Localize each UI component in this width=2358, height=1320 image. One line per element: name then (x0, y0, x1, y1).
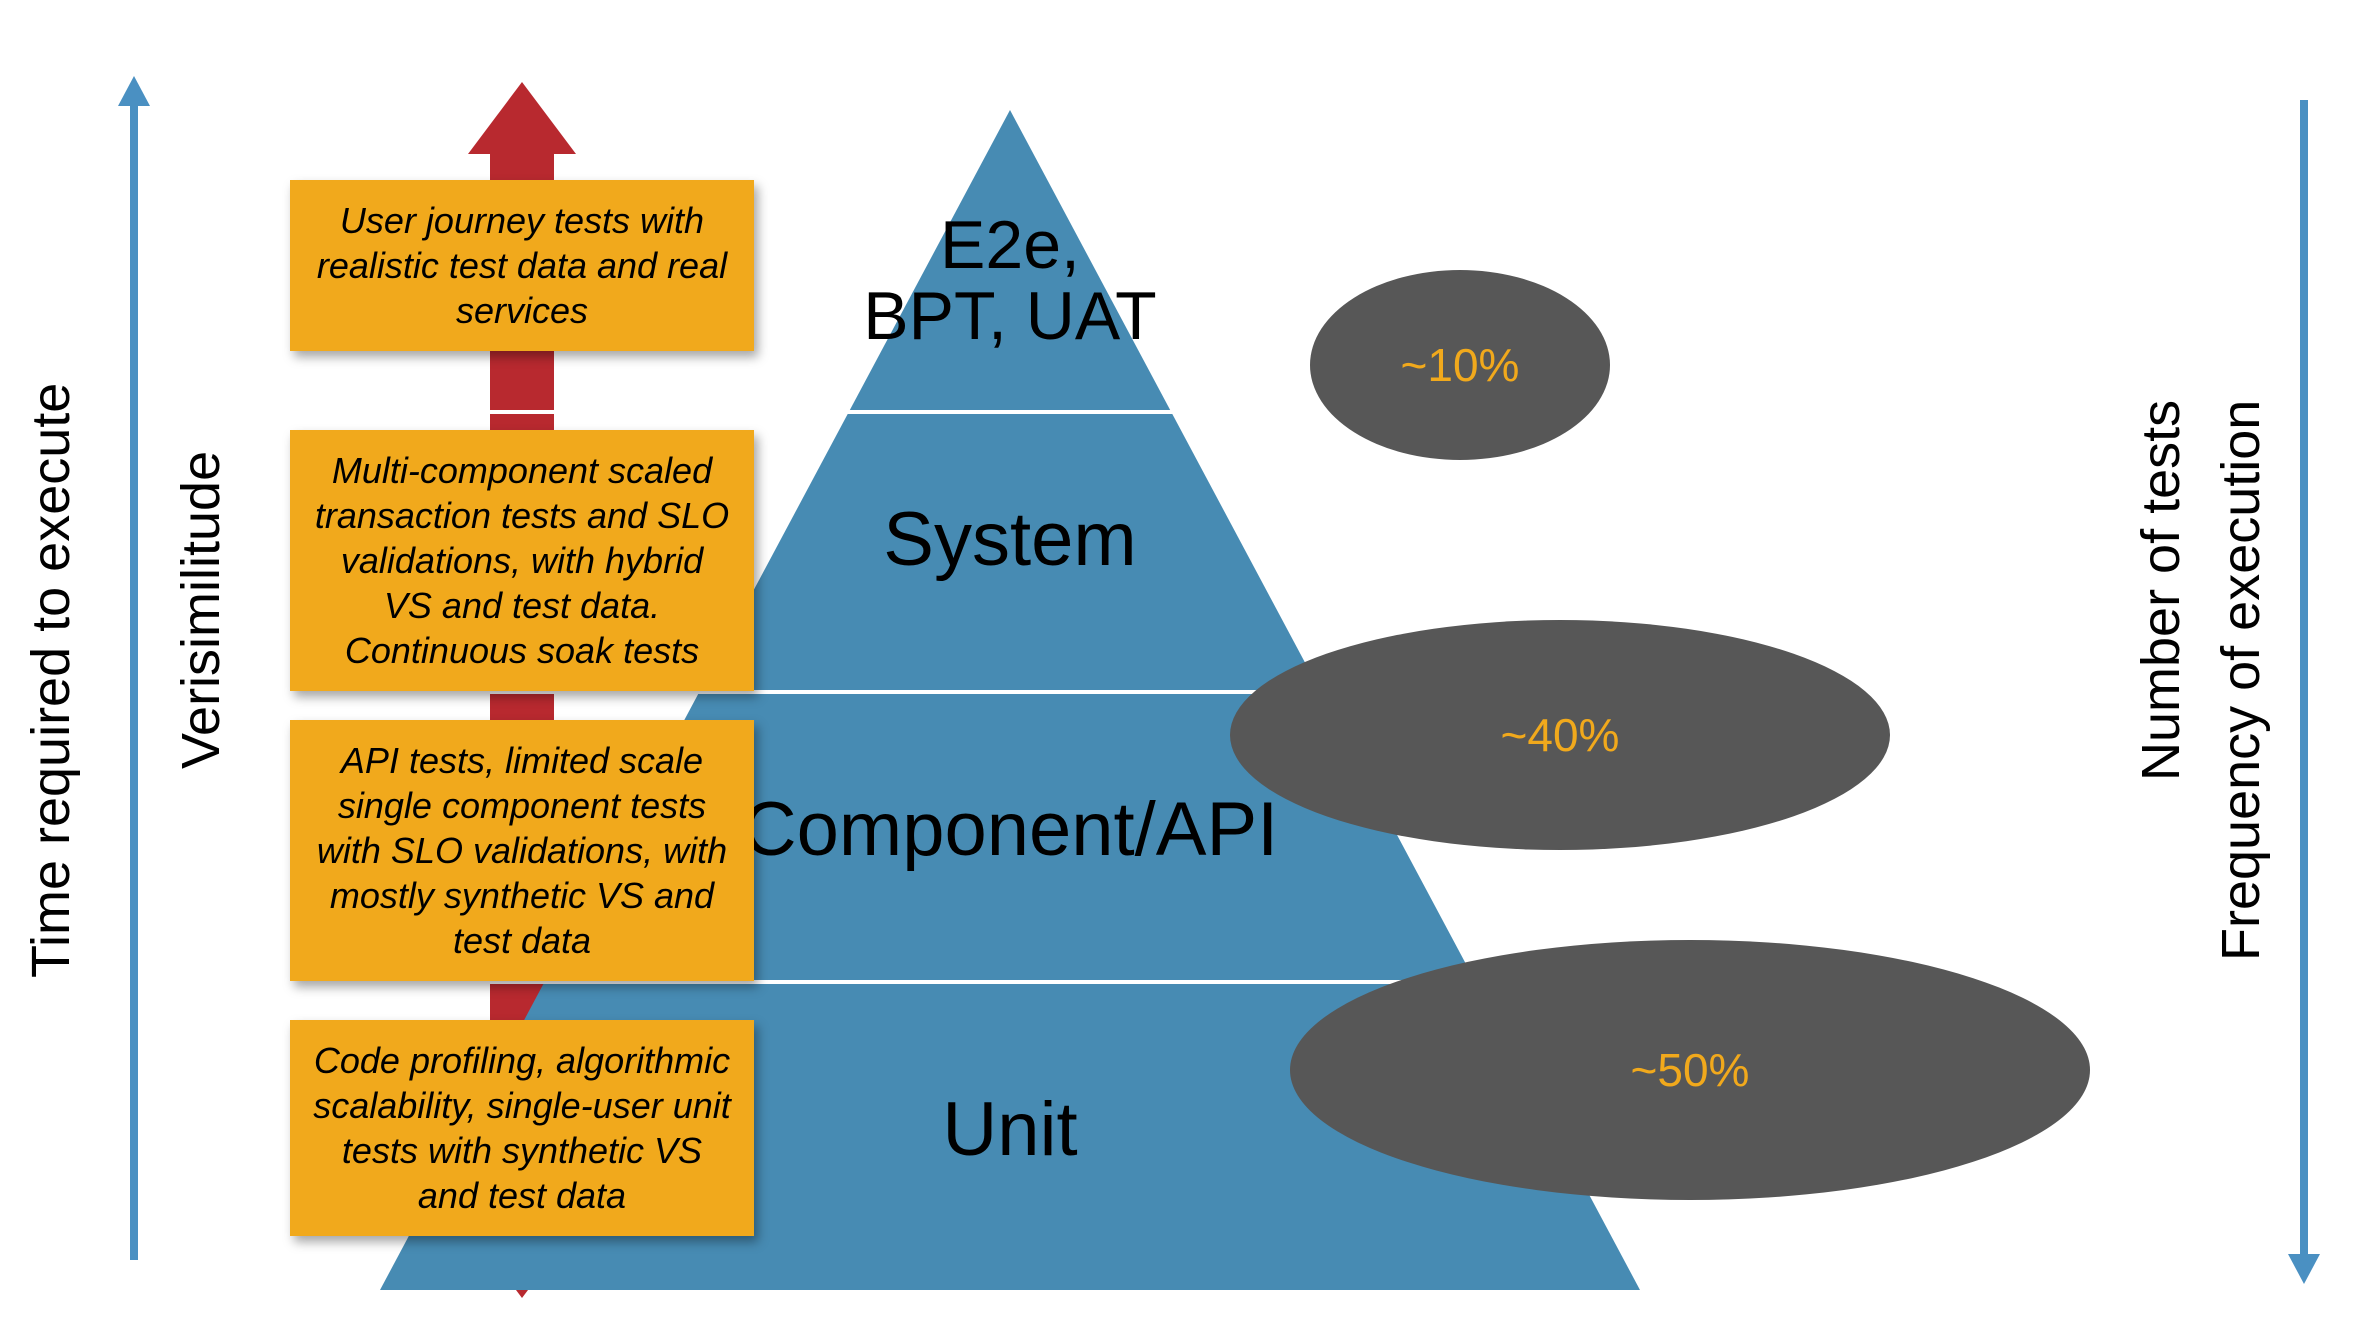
note-component: API tests, limited scale single componen… (290, 720, 754, 981)
frequency-axis-label: Frequency of execution (2210, 80, 2272, 1280)
tier-unit-label: Unit (942, 1090, 1077, 1170)
verisimilitude-axis-label: Verisimilitude (170, 230, 232, 990)
tier-component-label: Component/API (742, 790, 1279, 870)
percent-bubble-10: ~10% (1310, 270, 1610, 460)
tier-system-label: System (883, 500, 1136, 580)
percent-bubble-50: ~50% (1290, 940, 2090, 1200)
percent-bubble-40: ~40% (1230, 620, 1890, 850)
time-axis-arrow (130, 100, 138, 1260)
percent-label: ~50% (1631, 1043, 1750, 1097)
testing-pyramid-diagram: Time required to execute Verisimilitude … (0, 0, 2358, 1320)
percent-label: ~40% (1501, 708, 1620, 762)
time-axis-label: Time required to execute (20, 80, 82, 1280)
tests-axis-label: Number of tests (2130, 200, 2192, 980)
tier-e2e-label: E2e, BPT, UAT (863, 210, 1156, 353)
note-system: Multi-component scaled transaction tests… (290, 430, 754, 691)
note-unit: Code profiling, algorithmic scalability,… (290, 1020, 754, 1236)
frequency-axis-arrow (2300, 100, 2308, 1260)
percent-label: ~10% (1401, 338, 1520, 392)
note-e2e: User journey tests with realistic test d… (290, 180, 754, 351)
